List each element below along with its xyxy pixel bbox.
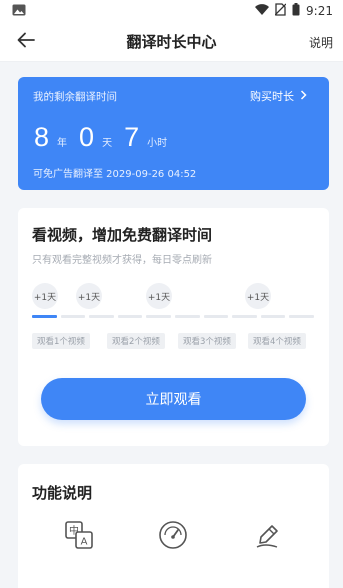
wifi-icon xyxy=(255,3,270,19)
no-sim-icon xyxy=(274,3,287,19)
progress-segment xyxy=(146,315,171,318)
buy-time-label: 购买时长 xyxy=(250,90,294,103)
progress-segment xyxy=(117,315,143,318)
progress-track xyxy=(32,315,314,318)
progress-segment xyxy=(60,315,86,318)
progress-segment xyxy=(32,315,57,318)
translate-icon: 中 A xyxy=(62,518,96,552)
nav-bar: 翻译时长中心 说明 xyxy=(0,22,343,62)
status-time: 9:21 xyxy=(306,4,333,18)
status-right: 9:21 xyxy=(255,3,333,19)
progress-segment xyxy=(174,315,200,318)
battery-icon xyxy=(292,3,300,19)
step-label: 观看2个视频 xyxy=(107,333,165,349)
feature-card-title: 功能说明 xyxy=(32,484,93,502)
help-link[interactable]: 说明 xyxy=(309,34,333,51)
video-card-subtitle: 只有观看完整视频才获得，每日零点刷新 xyxy=(32,255,212,266)
days-unit: 天 xyxy=(102,138,113,149)
video-card-title: 看视频，增加免费翻译时间 xyxy=(32,226,213,244)
speedometer-icon xyxy=(156,518,190,552)
step-label: 观看4个视频 xyxy=(248,333,306,349)
step-label: 观看3个视频 xyxy=(178,333,236,349)
days-value: 0 xyxy=(79,122,95,152)
balance-card: 我的剩余翻译时间 购买时长 8 年 0 天 7 小时 可免广告翻译至 2029-… xyxy=(18,77,329,190)
status-left xyxy=(12,4,26,19)
hours-value: 7 xyxy=(124,122,140,152)
buy-time-button[interactable]: 购买时长 xyxy=(250,88,307,104)
progress-segment xyxy=(260,315,286,318)
feature-card: 功能说明 中 A xyxy=(18,464,329,588)
gallery-notification-icon xyxy=(12,4,26,19)
years-unit: 年 xyxy=(57,138,68,149)
status-bar: 9:21 xyxy=(0,0,343,22)
progress-segment xyxy=(203,315,229,318)
progress-segment xyxy=(232,315,257,318)
watch-now-button[interactable]: 立即观看 xyxy=(41,378,306,420)
progress-segment xyxy=(89,315,114,318)
progress-segment xyxy=(289,315,314,318)
balance-label: 我的剩余翻译时间 xyxy=(33,91,117,103)
reward-badge: +1天 xyxy=(32,283,58,309)
video-reward-card: 看视频，增加免费翻译时间 只有观看完整视频才获得，每日零点刷新 +1天 +1天 … xyxy=(18,208,329,446)
reward-badge: +1天 xyxy=(76,283,102,309)
arrow-left-icon xyxy=(17,32,35,52)
svg-text:A: A xyxy=(81,537,88,548)
page-title: 翻译时长中心 xyxy=(126,33,217,51)
hours-unit: 小时 xyxy=(147,138,168,149)
expiry-text: 可免广告翻译至 2029-09-26 04:52 xyxy=(33,169,197,180)
step-label: 观看1个视频 xyxy=(32,333,90,349)
reward-badge: +1天 xyxy=(245,283,271,309)
remaining-time: 8 年 0 天 7 小时 xyxy=(34,122,179,153)
chevron-right-icon xyxy=(300,89,307,103)
reward-badge: +1天 xyxy=(146,283,172,309)
pen-icon xyxy=(250,518,284,552)
back-button[interactable] xyxy=(16,32,36,52)
years-value: 8 xyxy=(34,122,50,152)
